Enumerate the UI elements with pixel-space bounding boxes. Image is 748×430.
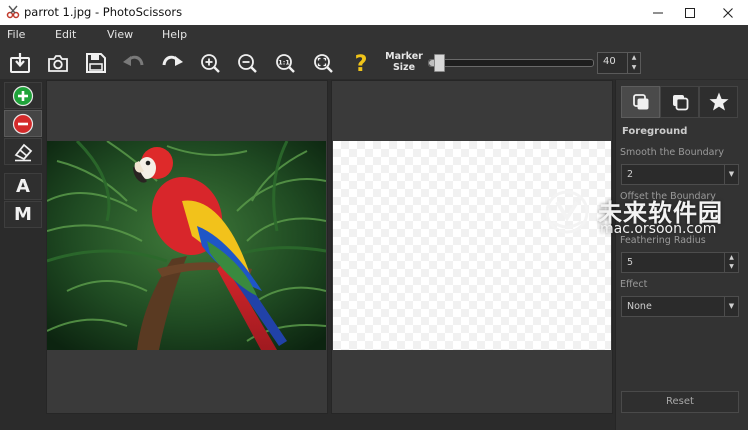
menu-help[interactable]: Help: [162, 28, 187, 41]
undo-icon: [122, 55, 143, 66]
window-title: parrot 1.jpg - PhotoScissors: [24, 5, 183, 19]
manual-mode-letter: M: [14, 204, 32, 225]
zoom-in-icon: [200, 53, 220, 73]
zoom-in-button[interactable]: [196, 49, 223, 76]
marker-size-slider[interactable]: [428, 59, 594, 67]
smooth-boundary-value: 2: [627, 169, 634, 180]
transparent-result-area: [333, 141, 611, 350]
app-scissors-icon: [6, 5, 20, 19]
background-tab[interactable]: [660, 86, 699, 118]
spin-arrows-icon[interactable]: ▲ ▼: [724, 253, 738, 272]
undo-button[interactable]: [120, 49, 147, 76]
save-icon: [85, 52, 106, 73]
help-button[interactable]: ?: [347, 49, 374, 76]
close-icon: [723, 7, 733, 18]
add-foreground-button[interactable]: [4, 82, 42, 109]
watermark-url: mac.orsoon.com: [600, 221, 717, 237]
maximize-icon: [685, 7, 695, 18]
minimize-icon: [653, 12, 663, 13]
actual-size-icon: 1:1: [275, 53, 295, 73]
feathering-radius-spinbox[interactable]: 5 ▲ ▼: [621, 252, 739, 273]
save-button[interactable]: [82, 49, 109, 76]
redo-button[interactable]: [158, 49, 185, 76]
menu-bar: File Edit View Help: [0, 25, 748, 47]
parrot-photo: [47, 141, 326, 350]
marker-size-label: Marker Size: [384, 51, 424, 73]
spin-arrows[interactable]: ▲ ▼: [627, 53, 640, 73]
maximize-button[interactable]: [672, 0, 708, 25]
eraser-button[interactable]: [4, 138, 42, 165]
auto-mode-button[interactable]: A: [4, 173, 42, 200]
reset-button[interactable]: Reset: [621, 391, 739, 413]
left-toolbox: A M: [3, 80, 43, 232]
zoom-fit-button[interactable]: [309, 49, 336, 76]
actual-size-button[interactable]: 1:1: [271, 49, 298, 76]
zoom-out-icon: [237, 53, 257, 73]
remove-background-button[interactable]: [4, 110, 42, 137]
foreground-tab[interactable]: [621, 86, 660, 118]
svg-text:?: ?: [354, 52, 367, 75]
marker-label-line2: Size: [392, 62, 416, 73]
camera-icon: [47, 54, 68, 72]
effects-tab[interactable]: [699, 86, 738, 118]
smooth-boundary-label: Smooth the Boundary: [620, 147, 725, 158]
close-button[interactable]: [710, 0, 746, 25]
eraser-icon: [14, 143, 33, 161]
zoom-out-button[interactable]: [233, 49, 260, 76]
title-bar: parrot 1.jpg - PhotoScissors: [0, 0, 748, 25]
open-button[interactable]: [6, 49, 33, 76]
zoom-fit-icon: [313, 53, 333, 73]
redo-icon: [162, 55, 183, 66]
auto-mode-letter: A: [16, 176, 30, 197]
remove-background-icon: [12, 113, 34, 134]
section-title: Foreground: [622, 126, 688, 137]
menu-file[interactable]: File: [7, 28, 25, 41]
marker-size-spinbox[interactable]: 40 ▲ ▼: [597, 52, 641, 74]
manual-mode-button[interactable]: M: [4, 201, 42, 228]
watermark-logo: [545, 190, 589, 234]
marker-label-line1: Marker: [385, 51, 423, 62]
foreground-tab-icon: [632, 94, 648, 110]
chevron-down-icon[interactable]: ▼: [724, 297, 738, 316]
chevron-down-icon[interactable]: ▼: [724, 165, 738, 184]
help-icon: ?: [354, 52, 367, 75]
effect-label: Effect: [620, 279, 648, 290]
minimize-button[interactable]: [640, 0, 676, 25]
effects-tab-icon: [709, 92, 728, 111]
feathering-radius-value: 5: [627, 257, 634, 268]
marker-size-value: 40: [603, 56, 616, 67]
smooth-boundary-select[interactable]: 2 ▼: [621, 164, 739, 185]
slider-thumb[interactable]: [434, 54, 445, 72]
menu-view[interactable]: View: [107, 28, 133, 41]
open-icon: [9, 52, 30, 73]
background-tab-icon: [672, 95, 688, 111]
effect-value: None: [627, 301, 652, 312]
camera-button[interactable]: [44, 49, 71, 76]
svg-text:1:1: 1:1: [278, 58, 290, 66]
add-foreground-icon: [12, 85, 34, 106]
menu-edit[interactable]: Edit: [55, 28, 76, 41]
effect-select[interactable]: None ▼: [621, 296, 739, 317]
